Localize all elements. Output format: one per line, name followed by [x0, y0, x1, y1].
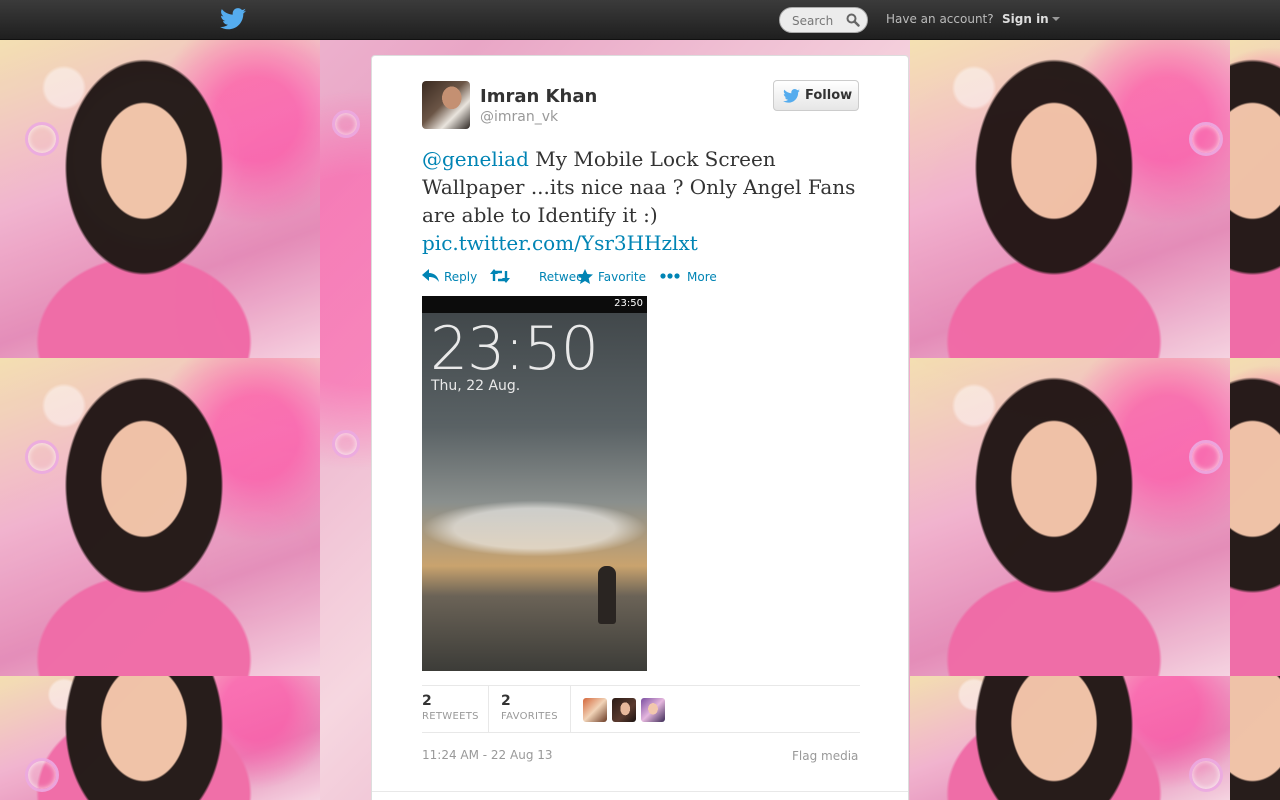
bubble-decoration — [332, 430, 360, 458]
top-bar: Search Have an account? Sign in — [0, 0, 1280, 40]
retweets-count: 2 — [422, 693, 432, 709]
avatar[interactable] — [641, 698, 665, 722]
wallpaper-tile — [0, 40, 320, 358]
bubble-decoration — [332, 110, 360, 138]
favorites-stat[interactable]: 2 FAVORITES — [501, 693, 558, 722]
reply-icon — [422, 269, 439, 282]
avatar[interactable] — [612, 698, 636, 722]
divider — [422, 732, 860, 733]
bubble-decoration — [1189, 440, 1223, 474]
lockscreen-date: Thu, 22 Aug. — [431, 378, 521, 394]
search-icon[interactable] — [846, 13, 860, 27]
tweet-text: @geneliad My Mobile Lock Screen Wallpape… — [422, 145, 862, 257]
twitter-bird-icon[interactable] — [220, 8, 246, 30]
bubble-decoration — [25, 758, 59, 792]
status-time: 23:50 — [614, 298, 643, 309]
wallpaper-tile — [1230, 676, 1280, 800]
reply-label: Reply — [444, 270, 478, 284]
retweets-stat[interactable]: 2 RETWEETS — [422, 693, 479, 722]
flag-media-link[interactable]: Flag media — [792, 749, 858, 763]
follow-label: Follow — [805, 88, 853, 103]
wallpaper-tile — [910, 40, 1230, 358]
wallpaper-tile — [1230, 358, 1280, 676]
tweet-timestamp[interactable]: 11:24 AM - 22 Aug 13 — [422, 748, 553, 762]
silhouette-figure — [598, 566, 616, 624]
bubble-decoration — [1189, 758, 1223, 792]
bubble-decoration — [1189, 122, 1223, 156]
favorite-label: Favorite — [598, 270, 646, 284]
lockscreen-clock: 23:50 — [430, 314, 599, 384]
avatar[interactable] — [422, 81, 470, 129]
signin-link[interactable]: Sign in — [1002, 12, 1049, 26]
wallpaper-tile — [910, 358, 1230, 676]
tweet-photo[interactable]: 23:50 23:50 Thu, 22 Aug. — [422, 296, 647, 671]
wallpaper-tile — [910, 676, 1230, 800]
author-handle[interactable]: @imran_vk — [480, 109, 558, 125]
follow-button[interactable]: Follow — [773, 80, 859, 111]
bubble-decoration — [25, 440, 59, 474]
divider — [570, 686, 571, 732]
avatar[interactable] — [583, 698, 607, 722]
twitter-bird-icon — [783, 89, 800, 103]
chevron-down-icon[interactable] — [1052, 17, 1060, 21]
author-name[interactable]: Imran Khan — [480, 86, 597, 107]
tweet-card: Imran Khan @imran_vk Follow @geneliad My… — [371, 55, 909, 800]
divider — [372, 791, 908, 792]
account-prompt: Have an account? — [886, 12, 994, 26]
retweets-label: RETWEETS — [422, 711, 479, 722]
mention-link[interactable]: @geneliad — [422, 147, 529, 171]
photo-link[interactable]: pic.twitter.com/Ysr3HHzlxt — [422, 231, 698, 255]
search-placeholder: Search — [792, 14, 834, 28]
more-icon — [660, 273, 680, 279]
retweet-icon — [490, 269, 510, 283]
bubble-decoration — [25, 122, 59, 156]
divider — [488, 686, 489, 732]
star-icon — [577, 269, 593, 284]
more-label: More — [687, 270, 717, 284]
search-input[interactable]: Search — [779, 7, 868, 33]
wallpaper-tile — [0, 358, 320, 676]
wallpaper-tile — [1230, 40, 1280, 358]
favorites-count: 2 — [501, 693, 511, 709]
phone-status-bar: 23:50 — [422, 296, 647, 313]
favorites-label: FAVORITES — [501, 711, 558, 722]
